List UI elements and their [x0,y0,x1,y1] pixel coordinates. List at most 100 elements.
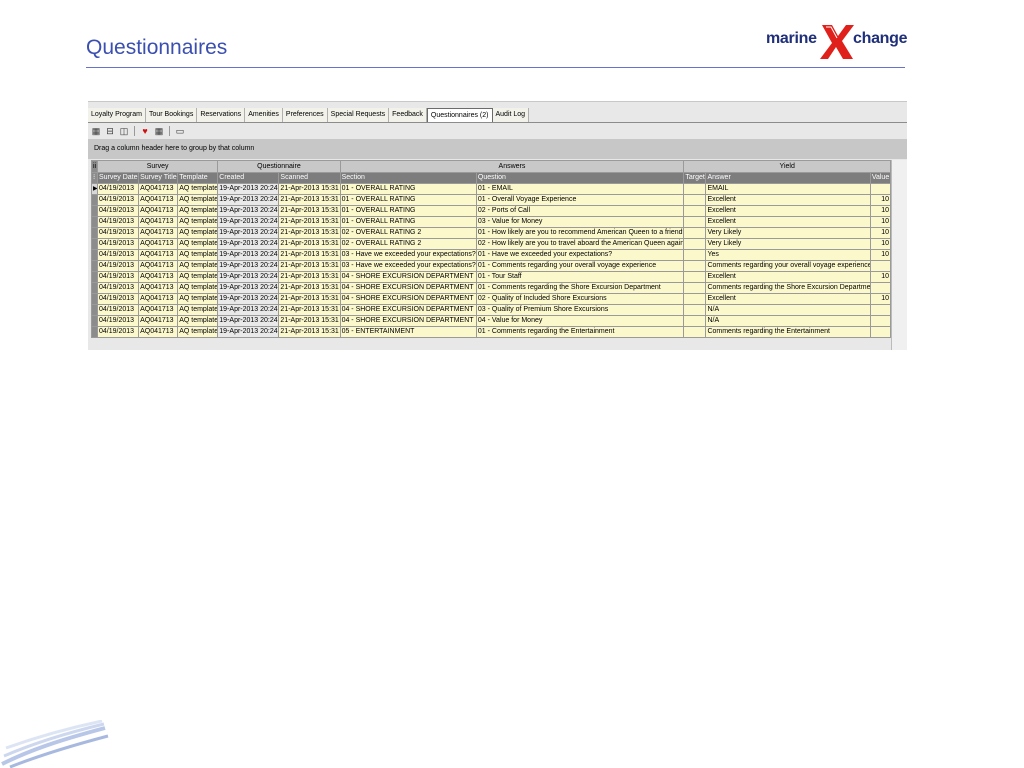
tab-questionnaires[interactable]: Questionnaires (2) [426,108,493,122]
cell-target[interactable] [683,260,707,272]
cell-scanned[interactable]: 21-Apr-2013 15:31 [278,216,341,228]
cell-question[interactable]: 01 - EMAIL [475,183,685,195]
cell-scanned[interactable]: 21-Apr-2013 15:31 [278,315,341,327]
cell-section[interactable]: 05 - ENTERTAINMENT [339,326,477,338]
cell-scanned[interactable]: 21-Apr-2013 15:31 [278,205,341,217]
cell-survey-date[interactable]: 04/19/2013 [96,315,140,327]
cell-survey-date[interactable]: 04/19/2013 [96,183,140,195]
cell-target[interactable] [683,293,707,305]
table-row[interactable]: 04/19/2013 AQ041713 AQ template 19-Apr-2013… [91,216,892,228]
table-row[interactable]: 04/19/2013 AQ041713 AQ template 19-Apr-2013… [91,271,892,283]
cell-template[interactable]: AQ template [177,183,219,195]
cell-created[interactable]: 19-Apr-2013 20:24 [217,271,280,283]
cell-scanned[interactable]: 21-Apr-2013 15:31 [278,183,341,195]
cell-survey-date[interactable]: 04/19/2013 [96,194,140,206]
columns-icon[interactable]: ◫ [118,126,130,137]
cell-survey-title[interactable]: AQ041713 [138,183,179,195]
cell-section[interactable]: 03 - Have we exceeded your expectations? [339,260,477,272]
table-row[interactable]: 04/19/2013 AQ041713 AQ template 19-Apr-2013… [91,293,892,305]
cell-survey-title[interactable]: AQ041713 [138,282,179,294]
cell-template[interactable]: AQ template [177,227,219,239]
cell-answer[interactable]: N/A [705,304,871,316]
cell-answer[interactable]: EMAIL [705,183,871,195]
tab-reservations[interactable]: Reservations [197,108,246,122]
cell-template[interactable]: AQ template [177,260,219,272]
cell-answer[interactable]: N/A [705,315,871,327]
cell-question[interactable]: 01 - Tour Staff [475,271,685,283]
cell-survey-title[interactable]: AQ041713 [138,293,179,305]
cell-scanned[interactable]: 21-Apr-2013 15:31 [278,282,341,294]
cell-scanned[interactable]: 21-Apr-2013 15:31 [278,260,341,272]
cell-question[interactable]: 01 - Overall Voyage Experience [475,194,685,206]
cell-template[interactable]: AQ template [177,293,219,305]
cell-section[interactable]: 04 - SHORE EXCURSION DEPARTMENT [339,271,477,283]
cell-survey-date[interactable]: 04/19/2013 [96,227,140,239]
cell-answer[interactable]: Very Likely [705,238,871,250]
cell-target[interactable] [683,271,707,283]
cell-survey-date[interactable]: 04/19/2013 [96,326,140,338]
cell-template[interactable]: AQ template [177,326,219,338]
cell-survey-title[interactable]: AQ041713 [138,271,179,283]
cell-section[interactable]: 04 - SHORE EXCURSION DEPARTMENT [339,315,477,327]
cell-created[interactable]: 19-Apr-2013 20:24 [217,260,280,272]
tab-tour-bookings[interactable]: Tour Bookings [145,108,198,122]
collapse-icon[interactable]: ⊟ [104,126,116,137]
col-question[interactable]: Question [475,172,685,184]
cell-survey-date[interactable]: 04/19/2013 [96,282,140,294]
cell-scanned[interactable]: 21-Apr-2013 15:31 [278,194,341,206]
col-template[interactable]: Template [177,172,219,184]
table-row[interactable]: 04/19/2013 AQ041713 AQ template 19-Apr-2013… [91,326,892,338]
cell-answer[interactable]: Excellent [705,194,871,206]
table-row[interactable]: 04/19/2013 AQ041713 AQ template 19-Apr-2013… [91,282,892,294]
cell-created[interactable]: 19-Apr-2013 20:24 [217,194,280,206]
cell-value[interactable]: 10 [869,249,892,261]
cell-created[interactable]: 19-Apr-2013 20:24 [217,249,280,261]
table-row[interactable]: 04/19/2013 AQ041713 AQ template 19-Apr-2013… [91,315,892,327]
cell-survey-title[interactable]: AQ041713 [138,315,179,327]
cell-target[interactable] [683,183,707,195]
cell-question[interactable]: 01 - Comments regarding your overall voy… [475,260,685,272]
cell-answer[interactable]: Excellent [705,216,871,228]
cell-created[interactable]: 19-Apr-2013 20:24 [217,326,280,338]
cell-template[interactable]: AQ template [177,271,219,283]
cell-section[interactable]: 03 - Have we exceeded your expectations? [339,249,477,261]
cell-question[interactable]: 01 - Comments regarding the Shore Excurs… [475,282,685,294]
cell-survey-date[interactable]: 04/19/2013 [96,260,140,272]
tab-amenities[interactable]: Amenities [245,108,283,122]
cell-survey-date[interactable]: 04/19/2013 [96,205,140,217]
export-icon[interactable]: ▭ [174,126,186,137]
cell-template[interactable]: AQ template [177,315,219,327]
cell-template[interactable]: AQ template [177,249,219,261]
cell-section[interactable]: 04 - SHORE EXCURSION DEPARTMENT [339,282,477,294]
cell-survey-date[interactable]: 04/19/2013 [96,304,140,316]
col-survey-title[interactable]: Survey Title [138,172,179,184]
cell-survey-date[interactable]: 04/19/2013 [96,293,140,305]
tab-preferences[interactable]: Preferences [282,108,328,122]
tab-feedback[interactable]: Feedback [389,108,427,122]
table-row[interactable]: 04/19/2013 AQ041713 AQ template 19-Apr-2013… [91,194,892,206]
col-survey-date[interactable]: Survey Date [96,172,140,184]
col-answer[interactable]: Answer [705,172,871,184]
cell-target[interactable] [683,205,707,217]
cell-answer[interactable]: Comments regarding the Entertainment [705,326,871,338]
cell-template[interactable]: AQ template [177,194,219,206]
row-indicator[interactable]: ▶ [91,183,98,195]
cell-created[interactable]: 19-Apr-2013 20:24 [217,238,280,250]
cell-survey-title[interactable]: AQ041713 [138,304,179,316]
cell-target[interactable] [683,249,707,261]
cell-survey-title[interactable]: AQ041713 [138,260,179,272]
cell-section[interactable]: 02 - OVERALL RATING 2 [339,227,477,239]
cell-template[interactable]: AQ template [177,304,219,316]
cell-question[interactable]: 04 - Value for Money [475,315,685,327]
col-target[interactable]: Target [683,172,707,184]
cell-section[interactable]: 01 - OVERALL RATING [339,183,477,195]
cell-question[interactable]: 02 - Ports of Call [475,205,685,217]
cell-created[interactable]: 19-Apr-2013 20:24 [217,315,280,327]
cell-section[interactable]: 04 - SHORE EXCURSION DEPARTMENT [339,293,477,305]
cell-created[interactable]: 19-Apr-2013 20:24 [217,304,280,316]
tab-special-requests[interactable]: Special Requests [327,108,390,122]
cell-survey-title[interactable]: AQ041713 [138,249,179,261]
cell-question[interactable]: 03 - Quality of Premium Shore Excursions [475,304,685,316]
cell-section[interactable]: 01 - OVERALL RATING [339,205,477,217]
cell-template[interactable]: AQ template [177,282,219,294]
